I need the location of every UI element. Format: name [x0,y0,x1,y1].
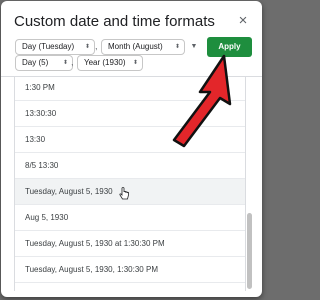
chip-month[interactable]: Month (August) ⬍ [101,39,185,55]
scrollbar[interactable] [247,213,252,289]
stepper-icon[interactable]: ⬍ [63,56,68,70]
chip-day-number[interactable]: Day (5) ⬍ [15,55,73,71]
close-icon[interactable]: × [235,13,251,29]
format-list: 1:30 PM 13:30:30 13:30 8/5 13:30 Tuesday… [14,77,246,291]
format-option[interactable]: 1:30 PM [15,77,245,101]
separator: , [95,41,98,51]
chip-year[interactable]: Year (1930) ⬍ [77,55,143,71]
stepper-icon[interactable]: ⬍ [133,56,138,70]
stepper-icon[interactable]: ⬍ [85,40,90,54]
custom-date-time-dialog: Custom date and time formats × Day (Tues… [1,1,262,297]
format-option[interactable]: 8/5 13:30 [15,153,245,179]
format-option[interactable]: Aug 5, 1930 [15,205,245,231]
stepper-icon[interactable]: ⬍ [175,40,180,54]
hand-cursor-icon [119,187,129,200]
separator: , [71,57,74,67]
chip-day-of-week[interactable]: Day (Tuesday) ⬍ [15,39,95,55]
chip-label: Day (Tuesday) [22,42,75,51]
format-option[interactable]: 13:30:30 [15,101,245,127]
format-option[interactable]: Tuesday, August 5, 1930, 1:30:30 PM [15,257,245,283]
format-option[interactable]: Tuesday, August 5, 1930 at 1:30:30 PM [15,231,245,257]
chip-label: Month (August) [108,42,163,51]
chevron-down-icon[interactable]: ▼ [186,40,202,54]
format-option[interactable]: 13:30 [15,127,245,153]
chip-label: Day (5) [22,58,49,67]
format-option[interactable]: Tuesday, August 5, 1930 [15,179,245,205]
dialog-title: Custom date and time formats [14,13,215,30]
chip-label: Year (1930) [84,58,126,67]
apply-button[interactable]: Apply [207,37,252,57]
